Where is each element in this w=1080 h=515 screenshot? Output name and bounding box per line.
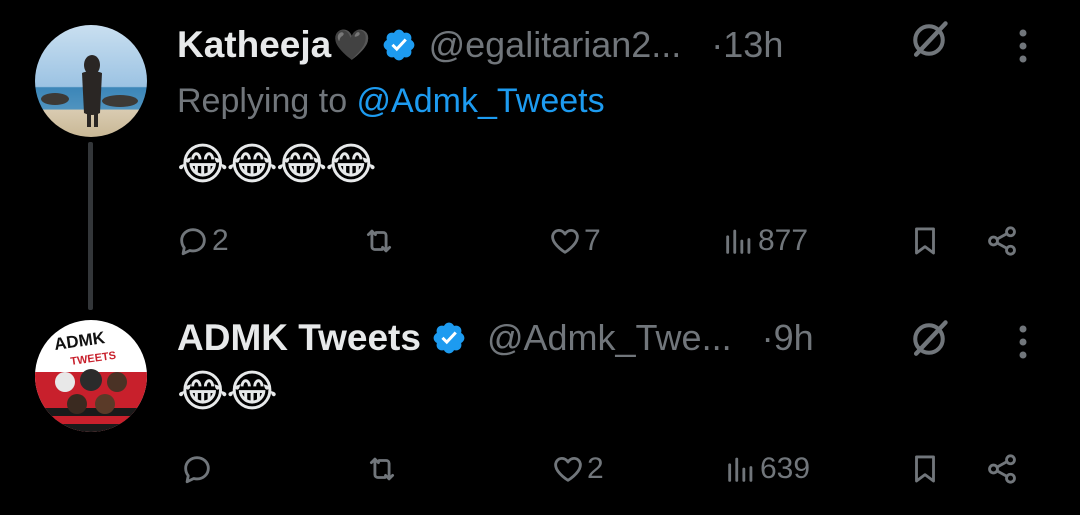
author-name[interactable]: ADMK Tweets (177, 317, 421, 359)
share-icon (988, 226, 1016, 256)
timestamp[interactable]: ·13h (711, 24, 783, 66)
tweet-header: ADMK Tweets @Admk_Twe... ·9h (177, 313, 814, 363)
avatar-katheeja[interactable] (35, 25, 147, 137)
bookmark-button[interactable] (908, 224, 942, 258)
like-icon (554, 456, 582, 482)
share-button[interactable] (985, 452, 1019, 486)
replying-prefix: Replying to (177, 82, 357, 120)
views-icon (726, 229, 751, 254)
reply-button[interactable] (180, 452, 214, 486)
reply-icon (184, 456, 210, 484)
like-button[interactable]: 2 (551, 452, 604, 486)
like-count: 2 (587, 452, 604, 485)
replying-to: Replying to @Admk_Tweets (177, 82, 605, 121)
bookmark-icon (915, 227, 935, 255)
share-button[interactable] (985, 224, 1019, 258)
more-icon[interactable] (1018, 27, 1028, 65)
views-button[interactable]: 877 (722, 224, 808, 258)
reply-button[interactable]: 2 (176, 224, 229, 258)
tweet-header: Katheeja 🖤 @egalitarian2... ·13h (177, 20, 783, 70)
thread-line (88, 142, 93, 310)
reply-icon (180, 228, 206, 256)
view-count: 877 (758, 224, 809, 257)
tweet-text: 😂😂😂😂 (177, 140, 377, 189)
verified-icon (433, 322, 465, 354)
view-count: 639 (760, 452, 811, 485)
tweet-text: 😂😂 (177, 367, 278, 416)
retweet-icon (366, 229, 392, 253)
grok-icon[interactable] (907, 317, 951, 361)
tweet-katheeja[interactable]: Katheeja 🖤 @egalitarian2... ·13h Replyin… (0, 0, 1080, 310)
bookmark-icon (915, 455, 935, 483)
like-count: 7 (584, 224, 601, 257)
timestamp[interactable]: ·9h (762, 317, 814, 359)
retweet-icon (369, 457, 395, 481)
grok-icon[interactable] (907, 18, 951, 62)
more-icon[interactable] (1018, 323, 1028, 361)
retweet-button[interactable] (365, 452, 399, 486)
like-icon (551, 228, 579, 254)
verified-icon (383, 29, 414, 61)
like-button[interactable]: 7 (548, 224, 601, 258)
avatar-image: ADMK TWEETS (35, 320, 147, 432)
views-icon (728, 457, 753, 482)
author-handle[interactable]: @Admk_Twe... (487, 317, 732, 359)
author-name[interactable]: Katheeja (177, 24, 331, 66)
bookmark-button[interactable] (908, 452, 942, 486)
author-handle[interactable]: @egalitarian2... (429, 24, 682, 66)
name-emoji: 🖤 (333, 28, 371, 62)
avatar-admk[interactable]: ADMK TWEETS (35, 320, 147, 432)
replying-mention[interactable]: @Admk_Tweets (357, 82, 605, 120)
views-button[interactable]: 639 (724, 452, 810, 486)
retweet-button[interactable] (362, 224, 396, 258)
reply-count: 2 (212, 224, 229, 257)
avatar-image (35, 25, 147, 137)
share-icon (988, 454, 1016, 484)
